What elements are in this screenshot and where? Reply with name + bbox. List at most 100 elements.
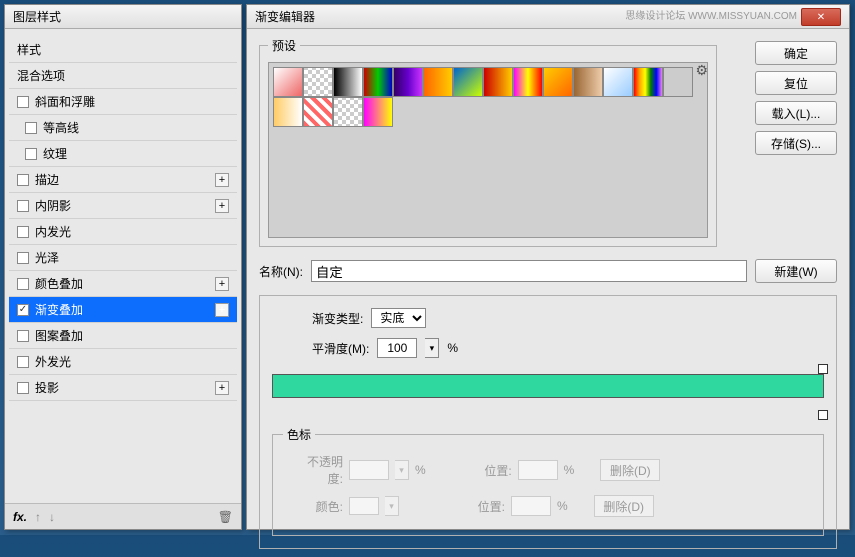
right-titlebar[interactable]: 渐变编辑器 思缘设计论坛 WWW.MISSYUAN.COM ✕ bbox=[247, 5, 849, 29]
style-item[interactable]: 斜面和浮雕 bbox=[9, 89, 237, 115]
checkbox[interactable] bbox=[25, 122, 37, 134]
preset-swatch[interactable] bbox=[363, 67, 393, 97]
ok-button[interactable]: 确定 bbox=[755, 41, 837, 65]
styles-list: 样式 混合选项 斜面和浮雕等高线纹理描边+内阴影+内发光光泽颜色叠加+✓渐变叠加… bbox=[5, 29, 241, 409]
checkbox[interactable] bbox=[17, 252, 29, 264]
load-button[interactable]: 载入(L)... bbox=[755, 101, 837, 125]
gradient-settings: 渐变类型: 实底 平滑度(M): ▾ % 色标 不透明度: ▾ bbox=[259, 295, 837, 549]
checkbox[interactable] bbox=[17, 200, 29, 212]
checkbox[interactable] bbox=[17, 356, 29, 368]
plus-icon[interactable]: + bbox=[215, 381, 229, 395]
preset-swatch[interactable] bbox=[573, 67, 603, 97]
delete-opacity-button: 删除(D) bbox=[600, 459, 660, 481]
stops-legend: 色标 bbox=[283, 426, 315, 443]
color-stop[interactable] bbox=[818, 410, 828, 420]
presets-swatches bbox=[268, 62, 708, 238]
left-bottom-bar: fx. ↑ ↓ 🗑 bbox=[5, 503, 241, 529]
smooth-input[interactable] bbox=[377, 338, 417, 358]
preset-swatch[interactable] bbox=[633, 67, 663, 97]
presets-fieldset: 预设 ⚙ bbox=[259, 37, 717, 247]
preset-swatch[interactable] bbox=[663, 67, 693, 97]
plus-icon[interactable]: + bbox=[215, 199, 229, 213]
percent-label: % bbox=[557, 499, 568, 513]
name-input[interactable] bbox=[311, 260, 747, 282]
chevron-down-icon[interactable]: ▾ bbox=[425, 338, 439, 358]
save-button[interactable]: 存储(S)... bbox=[755, 131, 837, 155]
position-input bbox=[511, 496, 551, 516]
plus-icon[interactable]: + bbox=[215, 277, 229, 291]
checkbox[interactable]: ✓ bbox=[17, 304, 29, 316]
styles-header-row[interactable]: 样式 bbox=[9, 37, 237, 63]
position-label: 位置: bbox=[462, 462, 512, 479]
style-item[interactable]: 光泽 bbox=[9, 245, 237, 271]
style-item-label: 描边 bbox=[35, 171, 59, 188]
preset-swatch[interactable] bbox=[333, 67, 363, 97]
style-item-label: 光泽 bbox=[35, 249, 59, 266]
percent-label: % bbox=[564, 463, 575, 477]
preset-swatch[interactable] bbox=[303, 97, 333, 127]
preset-swatch[interactable] bbox=[453, 67, 483, 97]
left-titlebar[interactable]: 图层样式 bbox=[5, 5, 241, 29]
style-item[interactable]: 颜色叠加+ bbox=[9, 271, 237, 297]
up-arrow-icon[interactable]: ↑ bbox=[35, 510, 41, 524]
gradient-bar[interactable] bbox=[272, 374, 824, 398]
style-item[interactable]: 纹理 bbox=[9, 141, 237, 167]
name-label: 名称(N): bbox=[259, 263, 303, 280]
preset-swatch[interactable] bbox=[513, 67, 543, 97]
styles-header-label: 样式 bbox=[17, 41, 41, 58]
style-item-label: 外发光 bbox=[35, 353, 71, 370]
checkbox[interactable] bbox=[17, 330, 29, 342]
opacity-stop[interactable] bbox=[818, 364, 828, 374]
style-item[interactable]: ✓渐变叠加+ bbox=[9, 297, 237, 323]
blend-options-label: 混合选项 bbox=[17, 67, 65, 84]
style-item[interactable]: 内发光 bbox=[9, 219, 237, 245]
preset-swatch[interactable] bbox=[393, 67, 423, 97]
checkbox[interactable] bbox=[17, 226, 29, 238]
preset-swatch[interactable] bbox=[273, 97, 303, 127]
style-item[interactable]: 内阴影+ bbox=[9, 193, 237, 219]
smooth-label: 平滑度(M): bbox=[312, 340, 369, 357]
style-item[interactable]: 图案叠加 bbox=[9, 323, 237, 349]
plus-icon[interactable]: + bbox=[215, 173, 229, 187]
checkbox[interactable] bbox=[17, 382, 29, 394]
checkbox[interactable] bbox=[25, 148, 37, 160]
checkbox[interactable] bbox=[17, 278, 29, 290]
preset-swatch[interactable] bbox=[483, 67, 513, 97]
style-item-label: 图案叠加 bbox=[35, 327, 83, 344]
style-item[interactable]: 描边 + bbox=[9, 167, 237, 193]
style-item[interactable]: 外发光 bbox=[9, 349, 237, 375]
percent-label: % bbox=[447, 341, 458, 355]
left-title: 图层样式 bbox=[13, 5, 61, 29]
percent-label: % bbox=[415, 463, 426, 477]
checkbox[interactable] bbox=[17, 96, 29, 108]
fx-label[interactable]: fx. bbox=[13, 510, 27, 524]
preset-swatch[interactable] bbox=[603, 67, 633, 97]
checkbox[interactable] bbox=[17, 174, 29, 186]
layer-style-dialog: 图层样式 样式 混合选项 斜面和浮雕等高线纹理描边+内阴影+内发光光泽颜色叠加+… bbox=[4, 4, 242, 530]
stops-fieldset: 色标 不透明度: ▾ % 位置: % 删除(D) 颜色: ▾ 位置: % 删除(… bbox=[272, 426, 824, 536]
reset-button[interactable]: 复位 bbox=[755, 71, 837, 95]
down-arrow-icon[interactable]: ↓ bbox=[49, 510, 55, 524]
style-item[interactable]: 投影+ bbox=[9, 375, 237, 401]
blend-options-row[interactable]: 混合选项 bbox=[9, 63, 237, 89]
name-row: 名称(N): 新建(W) bbox=[259, 259, 837, 283]
style-item[interactable]: 等高线 bbox=[9, 115, 237, 141]
type-select[interactable]: 实底 bbox=[371, 308, 426, 328]
preset-swatch[interactable] bbox=[363, 97, 393, 127]
preset-swatch[interactable] bbox=[333, 97, 363, 127]
preset-swatch[interactable] bbox=[303, 67, 333, 97]
chevron-down-icon: ▾ bbox=[385, 496, 399, 516]
gradient-bar-wrap bbox=[272, 374, 824, 410]
gradient-editor-dialog: 渐变编辑器 思缘设计论坛 WWW.MISSYUAN.COM ✕ 确定 复位 载入… bbox=[246, 4, 850, 530]
preset-swatch[interactable] bbox=[543, 67, 573, 97]
preset-swatch[interactable] bbox=[273, 67, 303, 97]
gear-icon[interactable]: ⚙ bbox=[695, 62, 708, 79]
plus-icon[interactable]: + bbox=[215, 303, 229, 317]
style-item-label: 纹理 bbox=[43, 145, 67, 162]
color-box bbox=[349, 497, 379, 515]
trash-icon[interactable]: 🗑 bbox=[218, 510, 233, 524]
close-button[interactable]: ✕ bbox=[801, 8, 841, 26]
new-button[interactable]: 新建(W) bbox=[755, 259, 837, 283]
right-body: 确定 复位 载入(L)... 存储(S)... 预设 ⚙ bbox=[247, 29, 849, 557]
preset-swatch[interactable] bbox=[423, 67, 453, 97]
